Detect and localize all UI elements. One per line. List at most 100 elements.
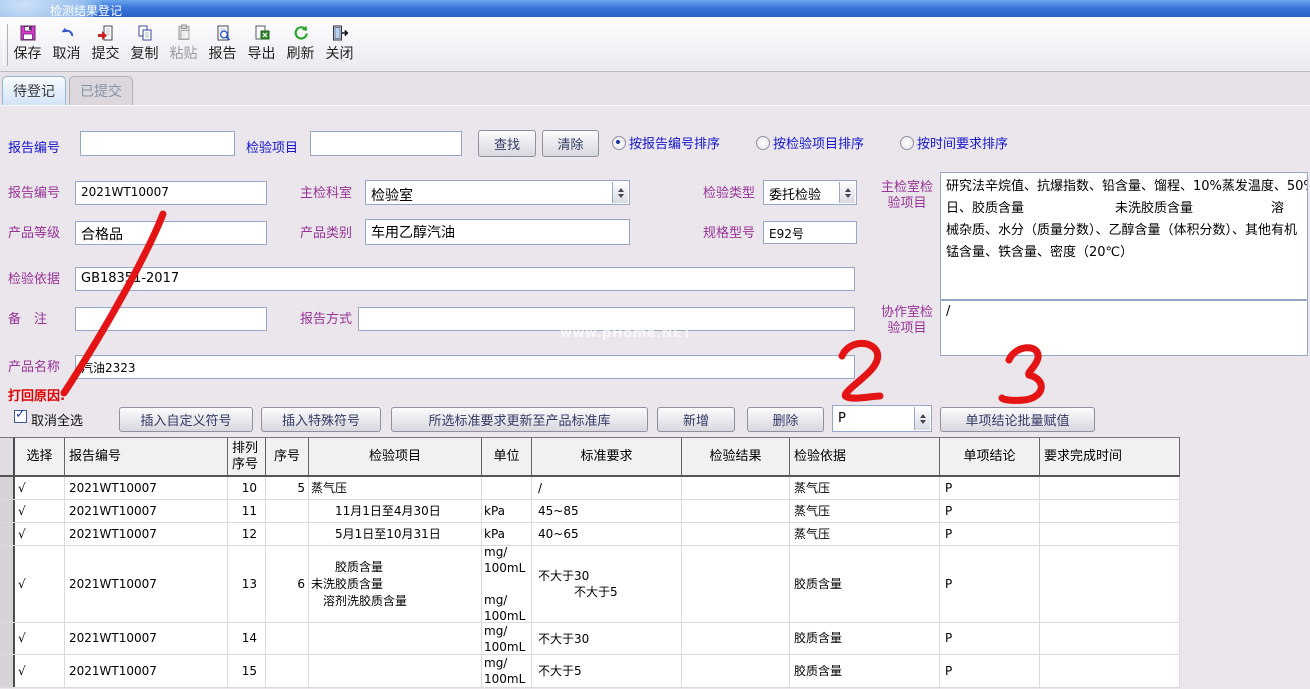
row-header[interactable] xyxy=(0,623,15,654)
main-dept-select[interactable]: 检验室 xyxy=(365,180,630,205)
product-type-input[interactable]: 车用乙醇汽油 xyxy=(365,219,630,245)
table-row[interactable]: √2021WT1000712 5月1日至10月31日kPa40~65蒸气压P xyxy=(0,523,1180,546)
spec-model-input[interactable]: E92号 xyxy=(763,221,857,244)
cell-order-no[interactable]: 15 xyxy=(228,655,266,687)
col-header-basis[interactable]: 检验依据 xyxy=(790,437,940,477)
cell-order-no[interactable]: 11 xyxy=(228,500,266,522)
cell-seq-no[interactable] xyxy=(266,523,309,545)
col-header-due-time[interactable]: 要求完成时间 xyxy=(1040,437,1180,477)
cell-unit[interactable]: mg/ 100mL mg/ 100mL xyxy=(482,546,532,622)
cell-item[interactable]: 胶质含量 未洗胶质含量 溶剂洗胶质含量 xyxy=(309,546,482,622)
cell-conclusion[interactable]: P xyxy=(940,523,1040,545)
cell-select[interactable]: √ xyxy=(15,546,65,622)
insert-custom-symbol-button[interactable]: 插入自定义符号 xyxy=(119,407,253,432)
col-header-select[interactable]: 选择 xyxy=(15,437,65,477)
main-items-textarea[interactable]: 研究法辛烷值、抗爆指数、铅含量、馏程、10%蒸发温度、50%蒸 日、胶质含量 未… xyxy=(940,172,1308,300)
table-row[interactable]: √2021WT10007105蒸气压/蒸气压P xyxy=(0,477,1180,500)
cell-item[interactable] xyxy=(309,623,482,654)
inspect-basis-input[interactable]: GB18351-2017 xyxy=(75,267,855,291)
table-row[interactable]: √2021WT1000711 11月1日至4月30日kPa45~85蒸气压P xyxy=(0,500,1180,523)
sort-option-2[interactable]: 按检验项目排序 xyxy=(756,133,864,152)
cell-select[interactable]: √ xyxy=(15,523,65,545)
table-row[interactable]: √2021WT10007136 胶质含量 未洗胶质含量 溶剂洗胶质含量mg/ 1… xyxy=(0,546,1180,623)
update-standard-library-button[interactable]: 所选标准要求更新至产品标准库 xyxy=(391,407,648,432)
cell-select[interactable]: √ xyxy=(15,623,65,654)
table-row[interactable]: √2021WT1000715mg/ 100mL不大于5胶质含量P xyxy=(0,655,1180,688)
cell-seq-no[interactable] xyxy=(266,655,309,687)
row-header[interactable] xyxy=(0,523,15,545)
col-header-unit[interactable]: 单位 xyxy=(482,437,532,477)
radio-button-icon[interactable] xyxy=(900,136,914,150)
toolbar-button-copy[interactable]: 复制 xyxy=(125,20,164,69)
row-header[interactable] xyxy=(0,546,15,622)
cell-standard-req[interactable]: 45~85 xyxy=(532,500,682,522)
table-row[interactable]: √2021WT1000714 mg/ 100mL不大于30 胶质含量P xyxy=(0,623,1180,655)
cell-conclusion[interactable]: P xyxy=(940,623,1040,654)
coop-items-textarea[interactable]: / xyxy=(940,300,1308,356)
cell-report-no[interactable]: 2021WT10007 xyxy=(65,655,228,687)
cell-report-no[interactable]: 2021WT10007 xyxy=(65,523,228,545)
cell-select[interactable]: √ xyxy=(15,500,65,522)
cell-unit[interactable]: kPa xyxy=(482,523,532,545)
col-header-conclusion[interactable]: 单项结论 xyxy=(940,437,1040,477)
row-header[interactable] xyxy=(0,500,15,522)
cell-basis[interactable]: 胶质含量 xyxy=(790,623,940,654)
tab-submitted[interactable]: 已提交 xyxy=(69,76,133,105)
radio-button-icon[interactable] xyxy=(612,136,626,150)
row-header[interactable] xyxy=(0,477,15,499)
delete-button[interactable]: 删除 xyxy=(747,407,824,432)
insert-special-symbol-button[interactable]: 插入特殊符号 xyxy=(261,407,381,432)
cell-due-time[interactable] xyxy=(1040,477,1180,499)
cell-basis[interactable]: 蒸气压 xyxy=(790,500,940,522)
cell-conclusion[interactable]: P xyxy=(940,546,1040,622)
cell-standard-req[interactable]: 不大于30 不大于5 xyxy=(532,546,682,622)
cell-unit[interactable]: mg/ 100mL xyxy=(482,623,532,654)
cell-basis[interactable]: 胶质含量 xyxy=(790,546,940,622)
tab-pending[interactable]: 待登记 xyxy=(2,76,66,105)
toolbar-button-submit[interactable]: 提交 xyxy=(86,20,125,69)
toolbar-button-close[interactable]: 关闭 xyxy=(320,20,359,69)
toolbar-button-export[interactable]: 导出 xyxy=(242,20,281,69)
cell-report-no[interactable]: 2021WT10007 xyxy=(65,546,228,622)
cell-seq-no[interactable] xyxy=(266,500,309,522)
cell-item[interactable]: 11月1日至4月30日 xyxy=(309,500,482,522)
col-header-order-no[interactable]: 排列序号 xyxy=(228,437,266,477)
toolbar-button-refresh[interactable]: 刷新 xyxy=(281,20,320,69)
cell-select[interactable]: √ xyxy=(15,655,65,687)
cell-result[interactable] xyxy=(682,500,790,522)
filter-report-no-input[interactable] xyxy=(80,131,235,156)
cell-result[interactable] xyxy=(682,523,790,545)
sort-option-3[interactable]: 按时间要求排序 xyxy=(900,133,1008,152)
col-header-item[interactable]: 检验项目 xyxy=(309,437,482,477)
cell-item[interactable]: 蒸气压 xyxy=(309,477,482,499)
cell-seq-no[interactable] xyxy=(266,623,309,654)
toolbar-button-cancel[interactable]: 取消 xyxy=(47,20,86,69)
add-button[interactable]: 新增 xyxy=(657,407,735,432)
inspect-type-select[interactable]: 委托检验 xyxy=(763,180,857,205)
spinner-icon[interactable] xyxy=(612,182,628,203)
cell-unit[interactable]: kPa xyxy=(482,500,532,522)
cell-basis[interactable]: 蒸气压 xyxy=(790,523,940,545)
cell-conclusion[interactable]: P xyxy=(940,655,1040,687)
cell-order-no[interactable]: 14 xyxy=(228,623,266,654)
cell-result[interactable] xyxy=(682,477,790,499)
cell-standard-req[interactable]: / xyxy=(532,477,682,499)
find-button[interactable]: 查找 xyxy=(478,130,536,157)
spinner-icon[interactable] xyxy=(914,407,930,430)
cell-result[interactable] xyxy=(682,546,790,622)
filter-item-input[interactable] xyxy=(310,131,462,156)
col-header-report-no[interactable]: 报告编号 xyxy=(65,437,228,477)
cell-unit[interactable] xyxy=(482,477,532,499)
conclusion-select[interactable]: P xyxy=(832,405,932,432)
toolbar-button-save[interactable]: 保存 xyxy=(8,20,47,69)
cell-item[interactable]: 5月1日至10月31日 xyxy=(309,523,482,545)
cell-standard-req[interactable]: 不大于30 xyxy=(532,623,682,654)
uncheck-all-checkbox[interactable]: ✓ xyxy=(14,410,27,423)
clear-button[interactable]: 清除 xyxy=(542,130,599,157)
cell-result[interactable] xyxy=(682,655,790,687)
toolbar-button-report[interactable]: 报告 xyxy=(203,20,242,69)
cell-report-no[interactable]: 2021WT10007 xyxy=(65,623,228,654)
cell-report-no[interactable]: 2021WT10007 xyxy=(65,500,228,522)
cell-due-time[interactable] xyxy=(1040,655,1180,687)
batch-assign-conclusion-button[interactable]: 单项结论批量赋值 xyxy=(940,407,1095,432)
